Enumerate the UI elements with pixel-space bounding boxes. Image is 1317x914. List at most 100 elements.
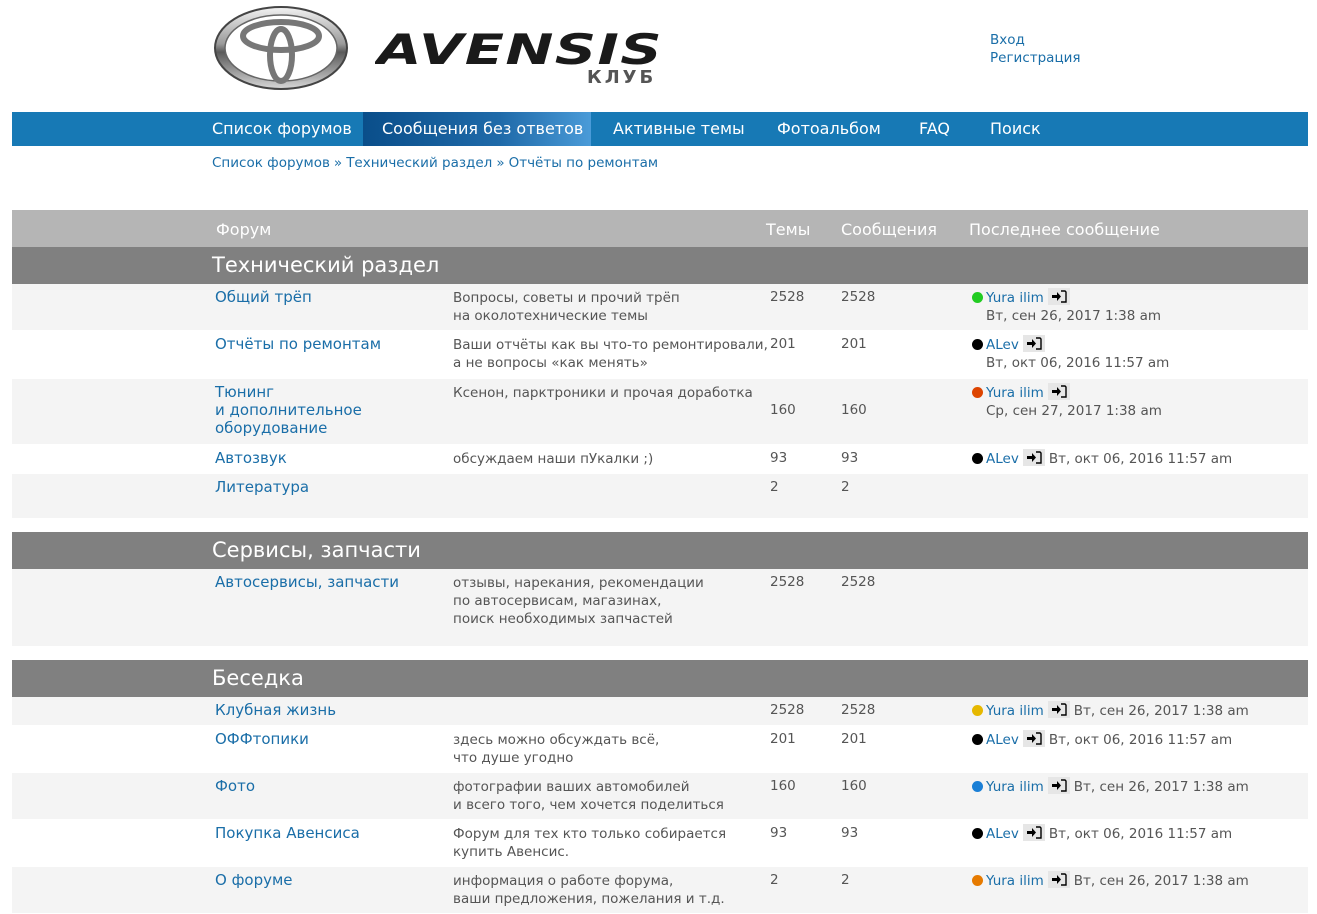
topics-count: 2 [770, 872, 779, 888]
last-post-user[interactable]: Yura ilim [986, 385, 1044, 401]
forum-name-link[interactable]: Автозвук [215, 449, 287, 467]
forum-name-link[interactable]: Тюнинг и дополнительное оборудование [215, 383, 362, 437]
table-row: Общий трёп Вопросы, советы и прочий трёп н… [12, 284, 1308, 331]
breadcrumb: Список форумов» Технический раздел» Отчёты… [212, 155, 658, 171]
auth-links: Вход Регистрация [990, 31, 1081, 67]
forum-name-link[interactable]: Отчёты по ремонтам [215, 335, 381, 353]
last-post-user[interactable]: Yura ilim [986, 779, 1044, 795]
forum-description-line: обсуждаем наши пУкалки ;) [453, 451, 654, 467]
last-post-date-line: Вт, окт 06, 2016 11:57 am [972, 354, 1169, 372]
posts-count: 2 [841, 872, 850, 888]
table-header: Форум Темы Сообщения Последнее сообщение [12, 210, 1308, 247]
goto-last-post-icon[interactable] [1047, 383, 1070, 400]
forum-name-line[interactable]: Тюнинг [215, 383, 362, 401]
forum-name-line[interactable]: О форуме [215, 871, 293, 889]
topics-count: 2528 [770, 574, 805, 590]
register-link[interactable]: Регистрация [990, 49, 1081, 67]
last-post-user[interactable]: Yura ilim [986, 703, 1044, 719]
forum-name-line[interactable]: ОФФтопики [215, 730, 309, 748]
last-post-info: Yura ilim Вт, сен 26, 2017 1:38 am [972, 777, 1249, 796]
forum-name-link[interactable]: Фото [215, 777, 255, 795]
forum-name-line[interactable]: Отчёты по ремонтам [215, 335, 381, 353]
last-post-info: Yura ilim Вт, сен 26, 2017 1:38 am [972, 701, 1249, 720]
nav-photo-album[interactable]: Фотоальбом [777, 112, 881, 146]
forum-name-line[interactable]: Покупка Авенсиса [215, 824, 360, 842]
goto-last-post-icon[interactable] [1047, 701, 1070, 718]
forum-description-line: Ваши отчёты как вы что-то ремонтировали, [453, 337, 768, 353]
breadcrumb-tech-section[interactable]: Технический раздел [346, 155, 492, 171]
goto-last-post-icon[interactable] [1047, 288, 1070, 305]
posts-count: 201 [841, 731, 867, 747]
topics-count: 2 [770, 479, 779, 495]
online-status-icon [972, 781, 983, 792]
table-row: Отчёты по ремонтам Ваши отчёты как вы что… [12, 331, 1308, 379]
last-post-date-line: Ср, сен 27, 2017 1:38 am [972, 402, 1162, 420]
forum-description-line: Ксенон, парктроники и прочая доработка [453, 385, 753, 401]
goto-last-post-icon[interactable] [1047, 777, 1070, 794]
goto-last-post-icon[interactable] [1022, 335, 1045, 352]
forum-name-link[interactable]: Общий трёп [215, 288, 312, 306]
category-title[interactable]: Беседка [212, 660, 304, 697]
main-nav: Список форумов Сообщения без ответов Акт… [12, 112, 1308, 146]
forum-name-line[interactable]: Автозвук [215, 449, 287, 467]
breadcrumb-separator: » [496, 155, 505, 171]
last-post-user[interactable]: ALev [986, 732, 1019, 748]
logo-subtitle: КЛУБ [587, 67, 656, 88]
forum-description-line: по автосервисам, магазинах, [453, 593, 662, 609]
topics-count: 93 [770, 450, 788, 466]
category-header: Технический раздел [12, 247, 1308, 284]
goto-last-post-icon[interactable] [1022, 449, 1045, 466]
last-post-line: ALev Вт, окт 06, 2016 11:57 am [972, 824, 1232, 843]
nav-search[interactable]: Поиск [990, 112, 1041, 146]
forum-description-line: здесь можно обсуждать всё, [453, 732, 660, 748]
forum-description-line: купить Авенсис. [453, 844, 570, 860]
goto-last-post-icon[interactable] [1047, 871, 1070, 888]
forum-name-line[interactable]: Клубная жизнь [215, 701, 336, 719]
last-post-info: Yura ilim Вт, сен 26, 2017 1:38 am [972, 288, 1161, 325]
forum-name-link[interactable]: О форуме [215, 871, 293, 889]
last-post-line: ALev [972, 335, 1169, 354]
last-post-user[interactable]: Yura ilim [986, 873, 1044, 889]
posts-count: 2528 [841, 574, 876, 590]
forum-name-link[interactable]: Покупка Авенсиса [215, 824, 360, 842]
breadcrumb-forum-list[interactable]: Список форумов [212, 155, 330, 171]
last-post-user[interactable]: ALev [986, 826, 1019, 842]
forum-name-line[interactable]: оборудование [215, 419, 362, 437]
forum-description: фотографии ваших автомобилей и всего того… [453, 778, 724, 814]
last-post-user[interactable]: ALev [986, 451, 1019, 467]
col-forum: Форум [216, 220, 272, 239]
forum-name-line[interactable]: Фото [215, 777, 255, 795]
forum-description-line: ваши предложения, пожелания и т.д. [453, 891, 725, 907]
topics-count: 160 [770, 778, 796, 794]
forum-name-link[interactable]: Клубная жизнь [215, 701, 336, 719]
forum-name-line[interactable]: Общий трёп [215, 288, 312, 306]
login-link[interactable]: Вход [990, 31, 1081, 49]
nav-active-topics[interactable]: Активные темы [613, 112, 745, 146]
avensis-logo[interactable]: AVENSIS КЛУБ [375, 28, 675, 88]
forum-name-line[interactable]: Автосервисы, запчасти [215, 573, 399, 591]
last-post-user[interactable]: ALev [986, 337, 1019, 353]
online-status-icon [972, 339, 983, 350]
category-title[interactable]: Сервисы, запчасти [212, 532, 421, 569]
last-post-line: Yura ilim Вт, сен 26, 2017 1:38 am [972, 777, 1249, 796]
forum-name-link[interactable]: Автосервисы, запчасти [215, 573, 399, 591]
forum-name-line[interactable]: Литература [215, 478, 309, 496]
last-post-date: Вт, окт 06, 2016 11:57 am [1048, 732, 1233, 748]
last-post-user[interactable]: Yura ilim [986, 290, 1044, 306]
goto-last-post-icon[interactable] [1022, 730, 1045, 747]
nav-unanswered[interactable]: Сообщения без ответов [363, 112, 591, 146]
breadcrumb-repair-reports[interactable]: Отчёты по ремонтам [509, 155, 658, 171]
forum-description-line: Вопросы, советы и прочий трёп [453, 290, 680, 306]
posts-count: 2528 [841, 289, 876, 305]
online-status-icon [972, 875, 983, 886]
col-topics: Темы [766, 220, 811, 239]
forum-name-line[interactable]: и дополнительное [215, 401, 362, 419]
toyota-logo-icon[interactable] [212, 5, 350, 91]
nav-faq[interactable]: FAQ [919, 112, 950, 146]
category-title[interactable]: Технический раздел [212, 247, 439, 284]
forum-description: информация о работе форума, ваши предложе… [453, 872, 725, 908]
goto-last-post-icon[interactable] [1022, 824, 1045, 841]
forum-name-link[interactable]: ОФФтопики [215, 730, 309, 748]
nav-forum-list[interactable]: Список форумов [212, 112, 352, 146]
forum-name-link[interactable]: Литература [215, 478, 309, 496]
